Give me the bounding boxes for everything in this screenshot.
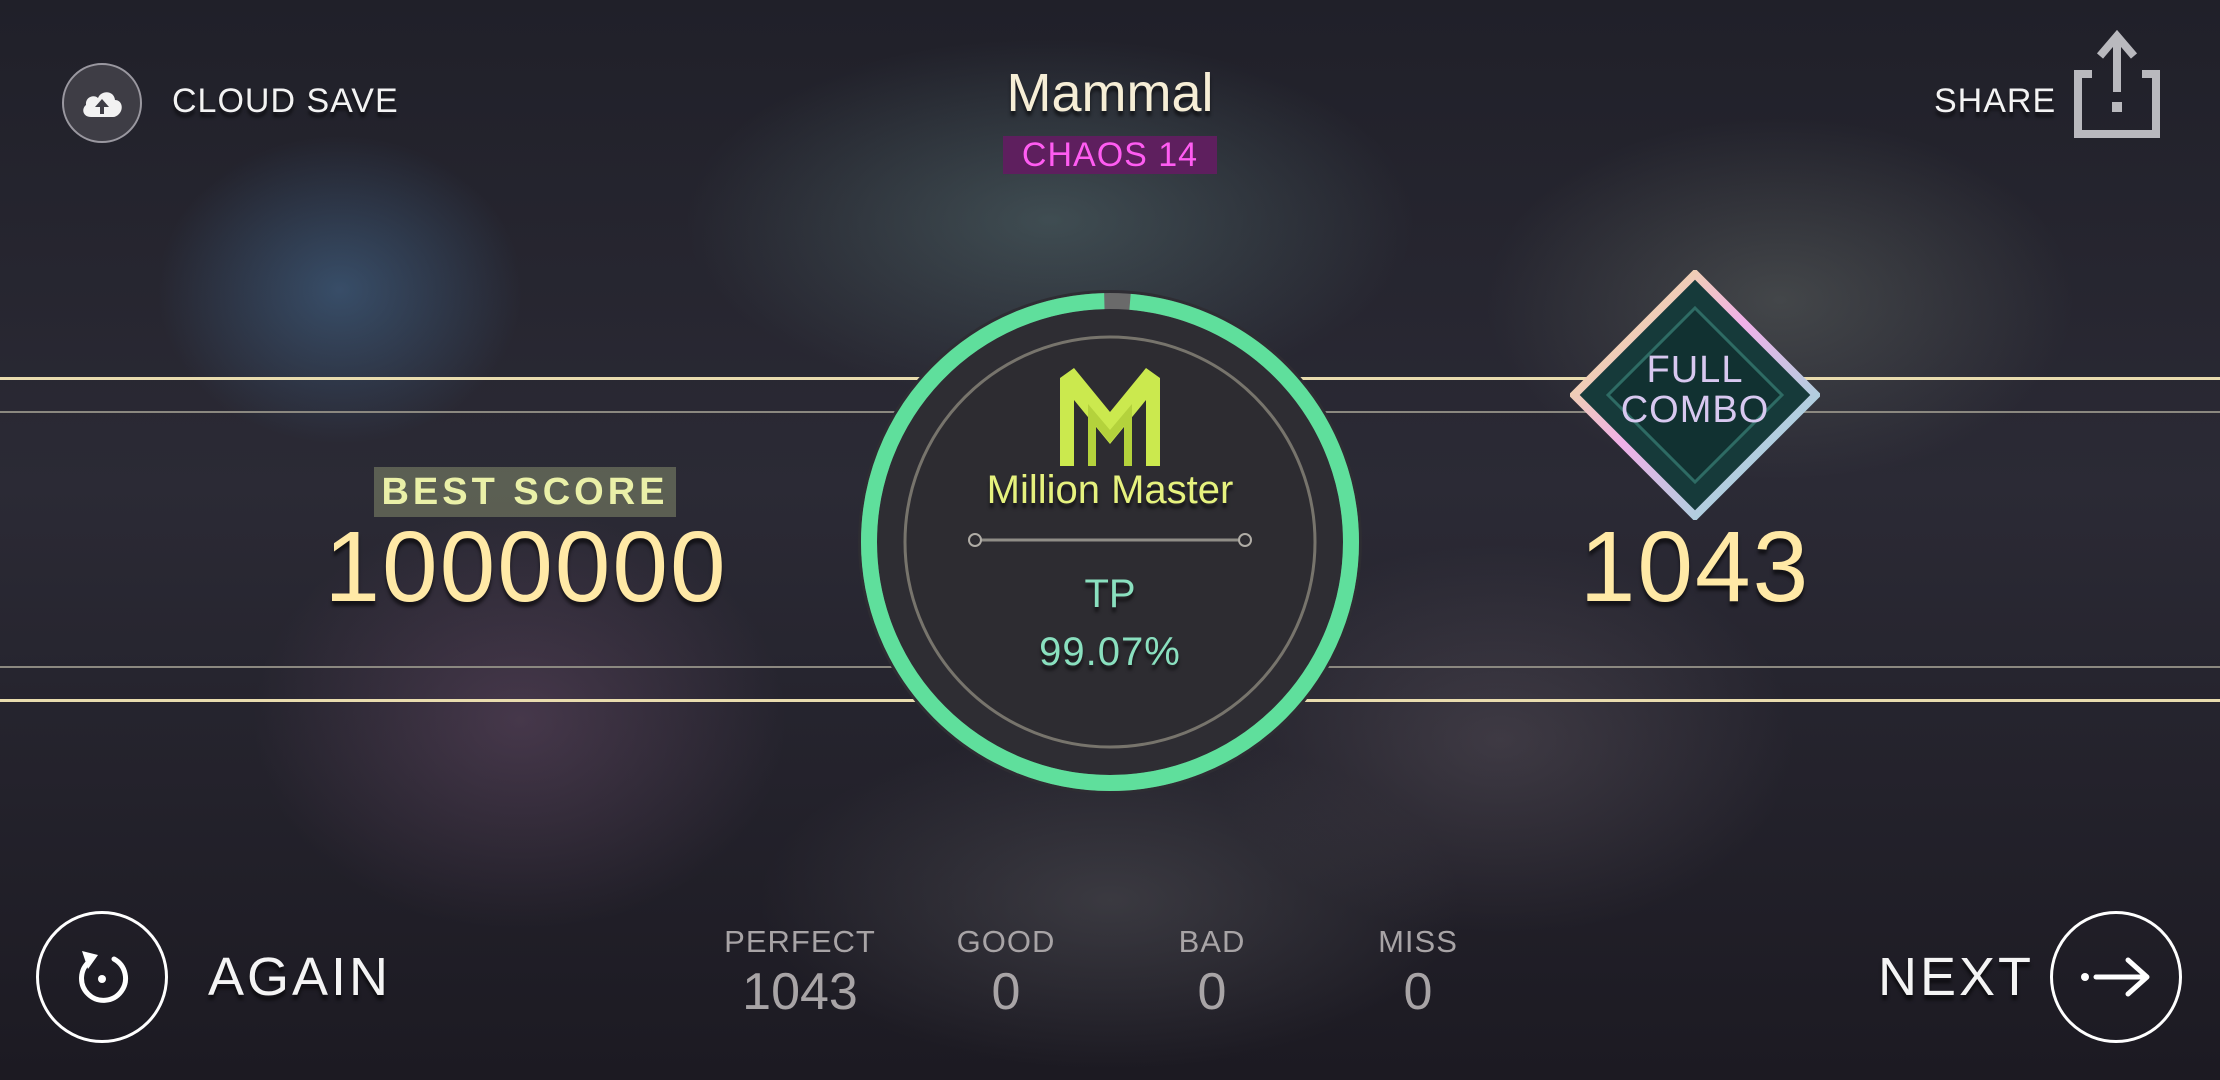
share-button[interactable] [2070, 26, 2164, 142]
difficulty-badge: CHAOS 14 [1003, 136, 1217, 174]
tp-value: 99.07% [1039, 630, 1181, 674]
tp-label: TP [1084, 572, 1136, 616]
full-combo-line-2: COMBO [1620, 389, 1770, 431]
judgement-value: 0 [1403, 963, 1433, 1021]
judgement-perfect: PERFECT 1043 [720, 924, 880, 1022]
judgement-value: 0 [1197, 963, 1227, 1021]
judgement-bad: BAD 0 [1132, 924, 1292, 1022]
next-label[interactable]: NEXT [1878, 946, 2034, 1008]
share-upload-icon [2074, 29, 2160, 138]
judgement-label: PERFECT [724, 924, 876, 959]
judgement-label: GOOD [956, 924, 1056, 959]
full-combo-text: FULL COMBO [1570, 350, 1820, 430]
restart-icon [79, 951, 129, 1003]
judgement-label: BAD [1178, 924, 1246, 959]
judgement-label: MISS [1378, 924, 1458, 959]
best-score-value: 1000000 [324, 511, 728, 623]
share-label[interactable]: SHARE [1934, 82, 2056, 121]
judgement-value: 0 [991, 963, 1021, 1021]
result-ring [858, 290, 1362, 794]
again-button[interactable] [36, 911, 168, 1043]
max-combo-value: 1043 [1579, 511, 1811, 623]
judgement-value: 1043 [742, 963, 858, 1021]
again-label[interactable]: AGAIN [208, 946, 391, 1008]
next-button[interactable] [2050, 911, 2182, 1043]
judgement-miss: MISS 0 [1338, 924, 1498, 1022]
full-combo-line-1: FULL [1646, 349, 1744, 391]
judgement-good: GOOD 0 [926, 924, 1086, 1022]
rank-name: Million Master [986, 468, 1234, 512]
song-title: Mammal [1006, 63, 1214, 123]
arrow-right-icon [2081, 957, 2150, 997]
